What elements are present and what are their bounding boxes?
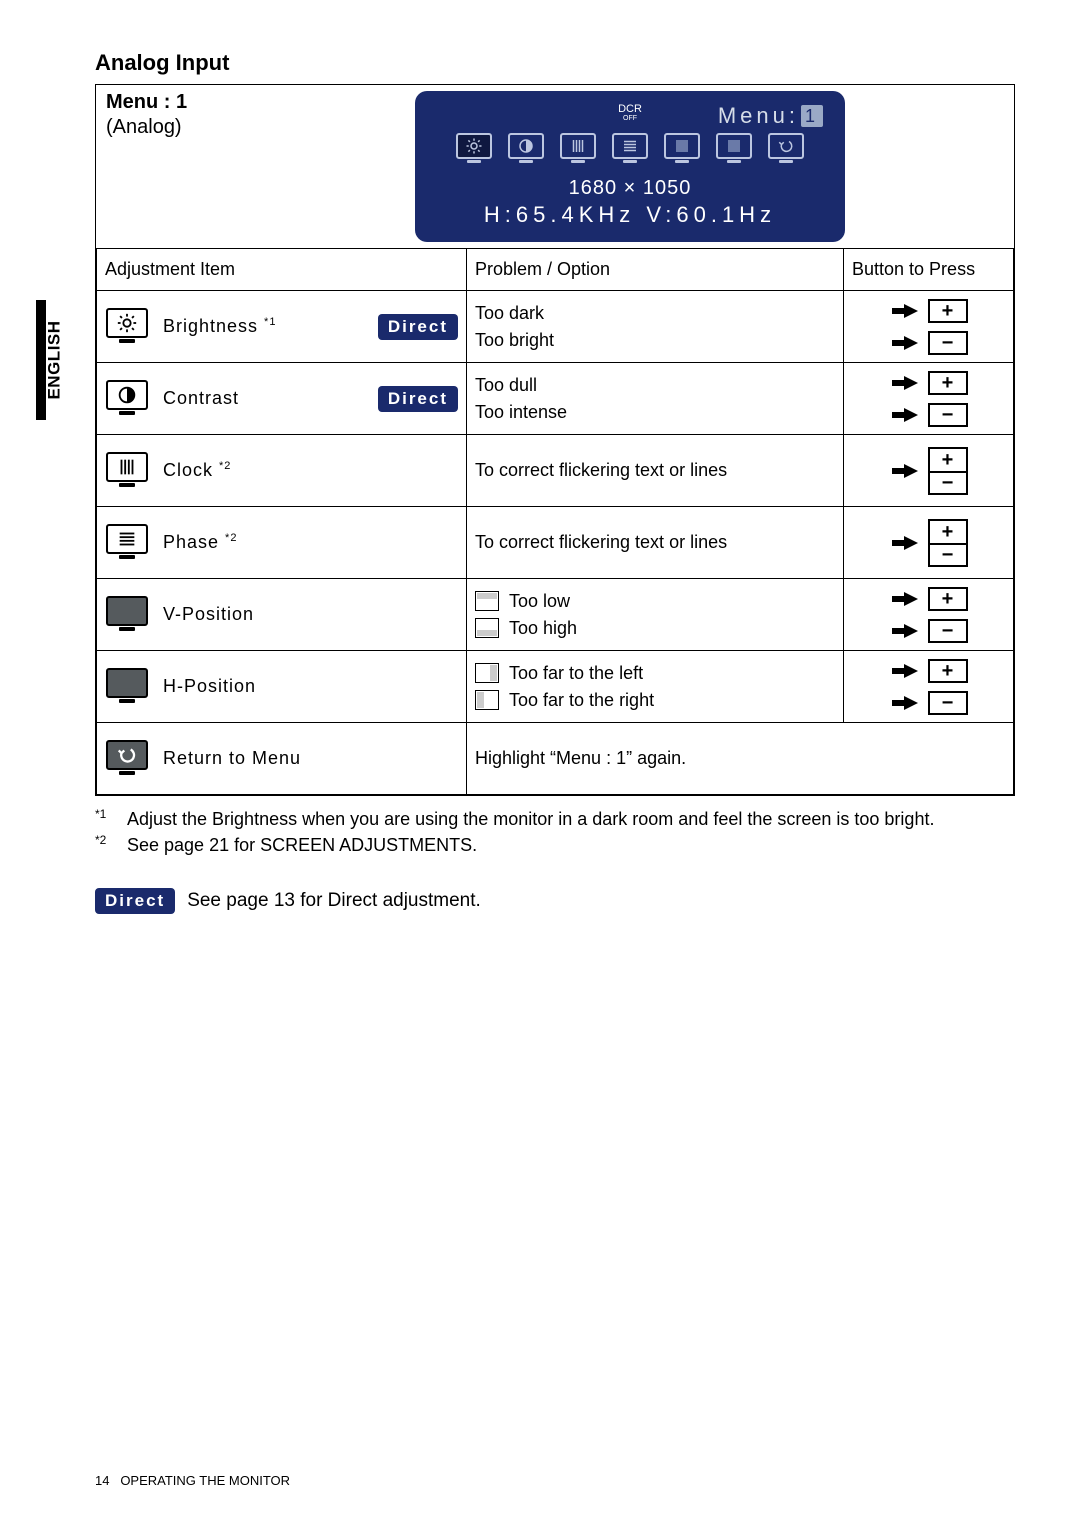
brightness-icon (105, 308, 149, 346)
adjustment-table: Adjustment Item Problem / Option Button … (96, 248, 1014, 795)
osd-frequency: H:65.4KHz V:60.1Hz (429, 202, 831, 228)
plus-button[interactable]: + (928, 371, 968, 395)
direct-note: Direct See page 13 for Direct adjustment… (95, 888, 1015, 914)
footnotes: *1Adjust the Brightness when you are usi… (95, 806, 1015, 858)
hand-icon (890, 589, 920, 609)
hpos-left-icon (475, 663, 499, 683)
minus-button[interactable]: − (928, 691, 968, 715)
row-hposition: H-Position Too far to the left Too far t… (97, 651, 1014, 723)
hand-icon (890, 661, 920, 681)
plus-button[interactable]: + (928, 519, 968, 543)
plus-button[interactable]: + (928, 299, 968, 323)
clock-label: Clock *2 (163, 460, 231, 481)
osd-return-icon (766, 133, 806, 167)
direct-badge: Direct (378, 386, 458, 412)
vposition-icon (105, 596, 149, 634)
plus-button[interactable]: + (928, 659, 968, 683)
osd-clock-icon (558, 133, 598, 167)
dcr-indicator: DCR OFF (618, 104, 642, 122)
language-tab: ENGLISH (36, 300, 64, 420)
vposition-label: V-Position (163, 604, 254, 625)
row-phase: Phase *2 To correct flickering text or l… (97, 507, 1014, 579)
osd-icon-row (429, 133, 831, 167)
hand-icon (890, 533, 920, 553)
osd-brightness-icon (454, 133, 494, 167)
th-button: Button to Press (844, 249, 1014, 291)
phase-icon (105, 524, 149, 562)
plus-button[interactable]: + (928, 587, 968, 611)
row-return: Return to Menu Highlight “Menu : 1” agai… (97, 723, 1014, 795)
vpos-low-icon (475, 591, 499, 611)
minus-button[interactable]: − (928, 331, 968, 355)
row-brightness: Brightness *1 Direct Too dark Too bright… (97, 291, 1014, 363)
hand-icon (890, 301, 920, 321)
clock-icon (105, 452, 149, 490)
hand-icon (890, 333, 920, 353)
vpos-high-icon (475, 618, 499, 638)
hpos-right-icon (475, 690, 499, 710)
osd-contrast-icon (506, 133, 546, 167)
osd-menu-badge: Menu:1 (718, 103, 823, 129)
row-vposition: V-Position Too low Too high + − (97, 579, 1014, 651)
hand-icon (890, 373, 920, 393)
hand-icon (890, 405, 920, 425)
plus-button[interactable]: + (928, 447, 968, 471)
hposition-label: H-Position (163, 676, 256, 697)
page-content: Analog Input Menu : 1 (Analog) DCR OFF M… (95, 50, 1015, 914)
page-title: Analog Input (95, 50, 1015, 76)
minus-button[interactable]: − (928, 619, 968, 643)
hand-icon (890, 693, 920, 713)
osd-preview: DCR OFF Menu:1 (415, 91, 845, 242)
language-tab-label: ENGLISH (45, 320, 65, 399)
analog-label: (Analog) (106, 116, 256, 139)
th-item: Adjustment Item (97, 249, 467, 291)
minus-button[interactable]: − (928, 543, 968, 567)
menu-label: Menu : 1 (106, 91, 256, 114)
brightness-label: Brightness *1 (163, 316, 276, 337)
row-contrast: Contrast Direct Too dull Too intense + − (97, 363, 1014, 435)
hand-icon (890, 621, 920, 641)
phase-label: Phase *2 (163, 532, 237, 553)
page-footer: 14 OPERATING THE MONITOR (95, 1473, 290, 1488)
osd-hpos-icon (714, 133, 754, 167)
hand-icon (890, 461, 920, 481)
contrast-label: Contrast (163, 388, 239, 409)
row-clock: Clock *2 To correct flickering text or l… (97, 435, 1014, 507)
direct-badge: Direct (378, 314, 458, 340)
osd-vpos-icon (662, 133, 702, 167)
direct-badge: Direct (95, 888, 175, 914)
osd-phase-icon (610, 133, 650, 167)
th-problem: Problem / Option (467, 249, 844, 291)
hposition-icon (105, 668, 149, 706)
minus-button[interactable]: − (928, 403, 968, 427)
menu-panel: Menu : 1 (Analog) DCR OFF Menu:1 (95, 84, 1015, 796)
minus-button[interactable]: − (928, 471, 968, 495)
contrast-icon (105, 380, 149, 418)
return-icon (105, 740, 149, 778)
osd-resolution: 1680 × 1050 (429, 177, 831, 200)
return-label: Return to Menu (163, 748, 301, 769)
